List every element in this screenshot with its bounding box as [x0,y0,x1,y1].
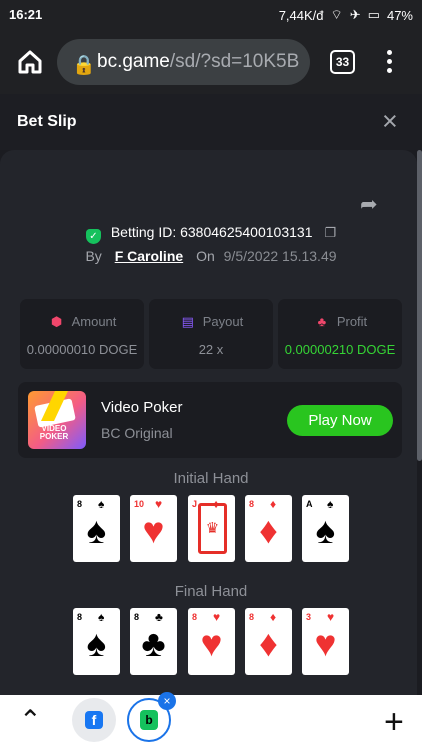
game-subtitle: BC Original [101,425,173,441]
copy-icon[interactable]: ❐ [324,225,336,241]
scrollbar[interactable] [417,150,422,461]
final-card-3: 8 ♥ ♥ [188,608,235,675]
initial-hand-title: Initial Hand [173,470,249,487]
payout-label: Payout [202,314,244,329]
play-now-button[interactable]: Play Now [287,405,393,436]
tab-switcher-button[interactable]: 33 [330,50,355,74]
battery-percent: 47% [386,7,413,23]
final-card-2: 8 ♣ ♣ [130,608,177,675]
status-icons: 7,44K/đ ⌔ ✈ ▭ 47% [279,7,413,23]
airplane-icon: ✈ [349,7,361,22]
final-hand-title: Final Hand [174,583,248,600]
payout-value: 22 x [198,342,224,357]
coins-icon: ⬢ [50,314,63,329]
close-icon[interactable]: × [382,108,398,135]
lock-icon: 🔒 [72,55,96,76]
profit-stat: ♣ Profit 0.00000210 DOGE [278,299,402,369]
user-link[interactable]: F Caroline [115,248,183,264]
amount-value: 0.00000010 DOGE [26,342,138,357]
share-icon[interactable]: ➦ [360,192,378,217]
expand-up-icon[interactable]: ⌃ [19,705,42,736]
url-domain: bc.game [97,51,170,72]
final-card-5: 3 ♥ ♥ [302,608,349,675]
status-time: 16:21 [9,7,43,22]
profit-icon: ♣ [317,314,327,329]
amount-label: Amount [71,314,117,329]
bet-slip-title: Bet Slip [17,113,77,130]
wallet-icon: ▤ [181,314,194,329]
url-path: /sd/?sd=10K5B [169,51,300,72]
betting-label: Betting ID: [110,224,177,240]
profit-label: Profit [336,314,368,329]
betting-id-row: ✓ Betting ID: 63804625400103131 ❐ [0,224,422,244]
battery-icon: ▭ [367,7,380,22]
bet-owner-row: By F Caroline On 9/5/2022 15.13.49 [0,248,422,264]
wifi-icon: ⌔ [330,7,343,22]
by-label: By [85,248,102,264]
initial-card-1: 8 ♠ ♠ [73,495,120,562]
initial-card-4: 8 ♦ ♦ [245,495,292,562]
initial-card-2: 10 ♥ ♥ [130,495,177,562]
browser-bottom-bar: ⌃ f b × + [0,692,422,750]
payout-stat: ▤ Payout 22 x [149,299,273,369]
address-bar[interactable]: 🔒 bc.game/sd/?sd=10K5B [57,39,310,85]
browser-toolbar: 🔒 bc.game/sd/?sd=10K5B 33 [0,30,422,94]
video-poker-logo: VIDEO POKER [28,391,86,449]
bet-details-panel: ➦ ✓ Betting ID: 63804625400103131 ❐ By F… [0,150,417,695]
close-tab-icon[interactable]: × [158,692,176,710]
active-tab-icon[interactable]: b × [127,692,176,742]
final-card-1: 8 ♠ ♠ [73,608,120,675]
betting-id: 63804625400103131 [180,224,313,240]
final-card-4: 8 ♦ ♦ [245,608,292,675]
profit-value: 0.00000210 DOGE [284,342,396,357]
on-label: On [196,248,215,264]
home-icon[interactable] [16,48,44,76]
jack-face-icon: ♛ [198,503,227,554]
new-tab-plus-icon[interactable]: + [384,703,404,742]
initial-card-5: A ♠ ♠ [302,495,349,562]
game-card: VIDEO POKER Video Poker BC Original Play… [18,382,402,458]
initial-card-3: J ♦ ♛ [188,495,235,562]
network-speed: 7,44K/đ [278,7,324,23]
browser-menu-icon[interactable] [386,50,392,74]
bet-slip-content: ➦ ✓ Betting ID: 63804625400103131 ❐ By F… [0,150,422,695]
amount-stat: ⬢ Amount 0.00000010 DOGE [20,299,144,369]
game-name: Video Poker [101,399,183,416]
status-bar: 16:21 7,44K/đ ⌔ ✈ ▭ 47% [0,0,422,30]
bet-date: 9/5/2022 15.13.49 [223,248,337,264]
bet-slip-header: Bet Slip × [0,94,422,150]
verified-shield-icon: ✓ [85,229,101,244]
facebook-tab-icon[interactable]: f [72,698,116,742]
